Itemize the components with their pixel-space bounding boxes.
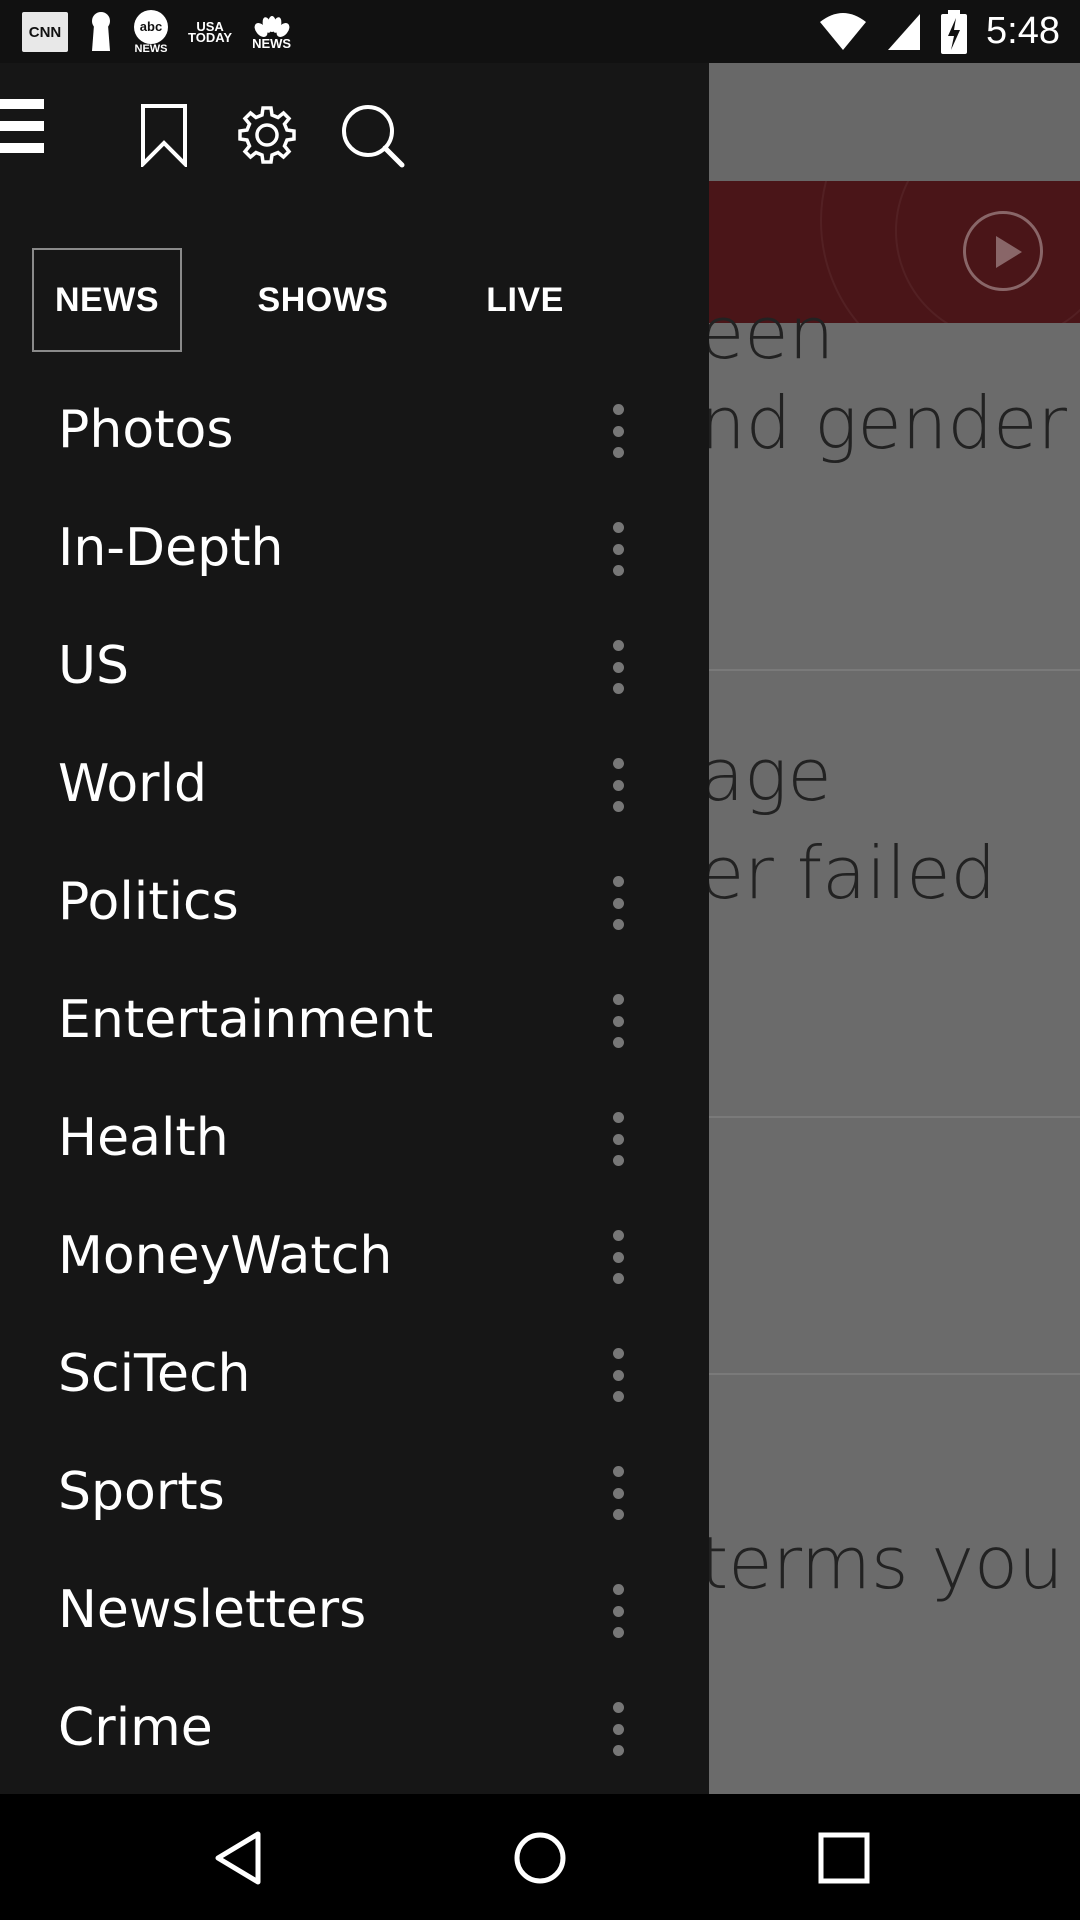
more-options-icon[interactable] — [608, 1112, 628, 1166]
more-options-icon[interactable] — [608, 876, 628, 930]
more-options-icon[interactable] — [608, 1348, 628, 1402]
menu-item-label: Newsletters — [58, 1580, 367, 1640]
menu-item-label: SciTech — [58, 1344, 251, 1404]
section-list: Photos In-Depth US World Politics Entert… — [0, 371, 709, 1787]
cnn-icon: CNN — [22, 12, 68, 52]
section-tabs: NEWS SHOWS LIVE — [0, 248, 709, 352]
bookmark-icon[interactable] — [140, 103, 188, 167]
more-options-icon[interactable] — [608, 522, 628, 576]
drawer-toolbar — [0, 63, 709, 181]
menu-item-sports[interactable]: Sports — [0, 1433, 709, 1551]
menu-item-label: MoneyWatch — [58, 1226, 393, 1286]
more-options-icon[interactable] — [608, 1584, 628, 1638]
peacock-icon — [254, 15, 289, 37]
keyhole-icon — [88, 11, 114, 53]
abc-news-sub: NEWS — [134, 42, 168, 55]
background-headline-2a: age — [700, 733, 832, 817]
menu-icon[interactable] — [0, 99, 44, 159]
more-options-icon[interactable] — [608, 404, 628, 458]
play-icon — [963, 211, 1043, 291]
usa-today-icon: USA TODAY — [188, 20, 233, 45]
menu-item-in-depth[interactable]: In-Depth — [0, 489, 709, 607]
cell-signal-icon — [888, 13, 921, 50]
background-headline-3: terms you — [700, 1521, 1064, 1605]
nbc-news-label: NEWS — [252, 35, 292, 51]
clock: 5:48 — [986, 10, 1060, 52]
tab-news[interactable]: NEWS — [32, 248, 182, 352]
battery-charging-icon — [941, 9, 968, 54]
back-icon[interactable] — [212, 1830, 268, 1886]
menu-item-moneywatch[interactable]: MoneyWatch — [0, 1197, 709, 1315]
status-bar: CNN abc NEWS USA TODAY NEWS 5:48 — [0, 0, 1080, 63]
navigation-drawer: NEWS SHOWS LIVE Photos In-Depth US World… — [0, 63, 709, 1794]
menu-item-label: Entertainment — [58, 990, 434, 1050]
settings-gear-icon[interactable] — [237, 105, 297, 165]
more-options-icon[interactable] — [608, 640, 628, 694]
menu-item-health[interactable]: Health — [0, 1079, 709, 1197]
menu-item-entertainment[interactable]: Entertainment — [0, 961, 709, 1079]
more-options-icon[interactable] — [608, 1466, 628, 1520]
usa-today-bottom: TODAY — [188, 30, 233, 45]
tab-shows[interactable]: SHOWS — [248, 248, 398, 352]
abc-news-icon: abc NEWS — [134, 9, 168, 55]
menu-item-label: Sports — [58, 1462, 225, 1522]
abc-logo: abc — [134, 9, 168, 44]
wifi-icon — [820, 12, 867, 50]
more-options-icon[interactable] — [608, 1702, 628, 1756]
menu-item-world[interactable]: World — [0, 725, 709, 843]
menu-item-label: Politics — [58, 872, 239, 932]
system-navigation-bar — [0, 1794, 1080, 1920]
system-status: 5:48 — [818, 0, 1060, 63]
menu-item-scitech[interactable]: SciTech — [0, 1315, 709, 1433]
tab-live[interactable]: LIVE — [470, 248, 580, 352]
menu-item-photos[interactable]: Photos — [0, 371, 709, 489]
home-icon[interactable] — [512, 1830, 568, 1886]
menu-item-crime[interactable]: Crime — [0, 1669, 709, 1787]
recents-icon[interactable] — [816, 1830, 872, 1886]
menu-item-label: US — [58, 636, 130, 696]
menu-item-newsletters[interactable]: Newsletters — [0, 1551, 709, 1669]
menu-item-label: Health — [58, 1108, 229, 1168]
menu-item-label: Photos — [58, 400, 234, 460]
more-options-icon[interactable] — [608, 994, 628, 1048]
menu-item-label: In-Depth — [58, 518, 284, 578]
menu-item-us[interactable]: US — [0, 607, 709, 725]
menu-item-label: Crime — [58, 1698, 213, 1758]
notification-icons: CNN abc NEWS USA TODAY NEWS — [22, 8, 291, 56]
menu-item-label: World — [58, 754, 208, 814]
background-headline-2b: er failed — [700, 831, 997, 915]
background-headline-1a: een — [700, 291, 835, 375]
menu-item-politics[interactable]: Politics — [0, 843, 709, 961]
nbc-news-icon: NEWS — [252, 15, 292, 51]
more-options-icon[interactable] — [608, 758, 628, 812]
search-icon[interactable] — [340, 103, 406, 169]
more-options-icon[interactable] — [608, 1230, 628, 1284]
background-headline-1b: nd gender — [700, 381, 1067, 465]
